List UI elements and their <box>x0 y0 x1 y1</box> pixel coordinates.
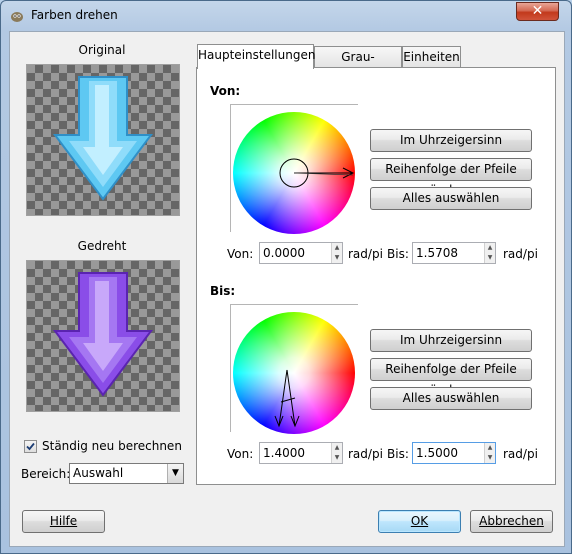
from-from-value[interactable]: 0.0000 <box>263 246 305 260</box>
from-heading: Von: <box>210 84 241 98</box>
window-title: Farben drehen <box>31 8 118 22</box>
spin-down-icon[interactable]: ▼ <box>332 253 342 263</box>
to-from-spinbox[interactable]: 1.4000 ▲ ▼ <box>259 442 343 464</box>
from-swap-arrows-button[interactable]: Reihenfolge der Pfeile ändern <box>370 158 532 197</box>
main-settings-panel: Von: Im Uhrzeigersinn Reihenfolge der Pf… <box>196 67 556 485</box>
range-select[interactable]: Auswahl ▼ <box>69 463 184 484</box>
dialog-window: Farben drehen ✕ Original Gedreht Ständig… <box>0 0 572 554</box>
rotated-arrow-image <box>53 272 153 397</box>
dialog-content: Original Gedreht Ständig neu berechnen B… <box>9 31 565 547</box>
help-button-label: Hilfe <box>49 514 78 528</box>
checkmark-icon <box>26 442 35 451</box>
spin-up-icon[interactable]: ▲ <box>485 443 495 453</box>
spin-up-icon[interactable]: ▲ <box>332 243 342 253</box>
to-to-spin-buttons[interactable]: ▲ ▼ <box>484 443 495 463</box>
from-clockwise-button[interactable]: Im Uhrzeigersinn <box>370 129 532 152</box>
from-to-spinbox[interactable]: 1.5708 ▲ ▼ <box>412 242 496 264</box>
to-select-all-button[interactable]: Alles auswählen <box>370 387 532 410</box>
original-preview <box>26 64 180 216</box>
tab-main-settings[interactable]: Haupteinstellungen <box>197 44 315 69</box>
title-bar[interactable]: Farben drehen ✕ <box>1 1 571 31</box>
ok-button[interactable]: OK <box>378 510 461 533</box>
gimp-app-icon <box>11 12 23 22</box>
rotated-preview <box>26 260 180 412</box>
to-range-arrows[interactable] <box>233 312 355 434</box>
range-select-value: Auswahl <box>73 466 124 480</box>
ok-button-label: OK <box>410 514 429 528</box>
spin-down-icon[interactable]: ▼ <box>332 453 342 463</box>
help-button[interactable]: Hilfe <box>22 510 105 533</box>
to-swap-arrows-button[interactable]: Reihenfolge der Pfeile ändern <box>370 358 532 397</box>
rotated-preview-label: Gedreht <box>77 239 127 253</box>
from-from-spinbox[interactable]: 0.0000 ▲ ▼ <box>259 242 343 264</box>
from-from-spin-buttons[interactable]: ▲ ▼ <box>331 243 342 263</box>
to-from-unit: rad/pi <box>348 447 383 461</box>
close-button[interactable]: ✕ <box>516 2 559 21</box>
tab-gray-options[interactable]: Grau-Optionen <box>314 46 402 84</box>
original-arrow-image <box>53 76 153 201</box>
original-preview-label: Original <box>78 43 126 57</box>
spin-up-icon[interactable]: ▲ <box>485 243 495 253</box>
to-to-spinbox[interactable]: 1.5000 ▲ ▼ <box>412 442 496 464</box>
spin-down-icon[interactable]: ▼ <box>485 453 495 463</box>
to-clockwise-button[interactable]: Im Uhrzeigersinn <box>370 329 532 352</box>
cancel-button-label: Abbrechen <box>479 514 544 528</box>
range-label: Bereich: <box>21 467 71 481</box>
tab-units[interactable]: Einheiten <box>402 46 461 68</box>
from-from-label: Von: <box>227 247 254 261</box>
to-to-value[interactable]: 1.5000 <box>416 446 458 460</box>
close-icon: ✕ <box>531 3 544 19</box>
to-from-spin-buttons[interactable]: ▲ ▼ <box>331 443 342 463</box>
spin-down-icon[interactable]: ▼ <box>485 253 495 263</box>
to-to-label: Bis: <box>387 447 409 461</box>
from-to-unit: rad/pi <box>503 247 538 261</box>
from-from-unit: rad/pi <box>348 247 383 261</box>
chevron-down-icon[interactable]: ▼ <box>167 464 183 483</box>
recompute-label[interactable]: Ständig neu berechnen <box>42 439 182 453</box>
recompute-checkbox[interactable] <box>24 440 37 453</box>
from-to-value[interactable]: 1.5708 <box>416 246 458 260</box>
from-to-spin-buttons[interactable]: ▲ ▼ <box>484 243 495 263</box>
to-heading: Bis: <box>210 284 236 298</box>
to-from-value[interactable]: 1.4000 <box>263 446 305 460</box>
from-range-arrows[interactable] <box>233 112 363 234</box>
to-from-label: Von: <box>227 447 254 461</box>
from-select-all-button[interactable]: Alles auswählen <box>370 187 532 210</box>
spin-up-icon[interactable]: ▲ <box>332 443 342 453</box>
from-to-label: Bis: <box>387 247 409 261</box>
cancel-button[interactable]: Abbrechen <box>470 510 553 533</box>
to-to-unit: rad/pi <box>503 447 538 461</box>
